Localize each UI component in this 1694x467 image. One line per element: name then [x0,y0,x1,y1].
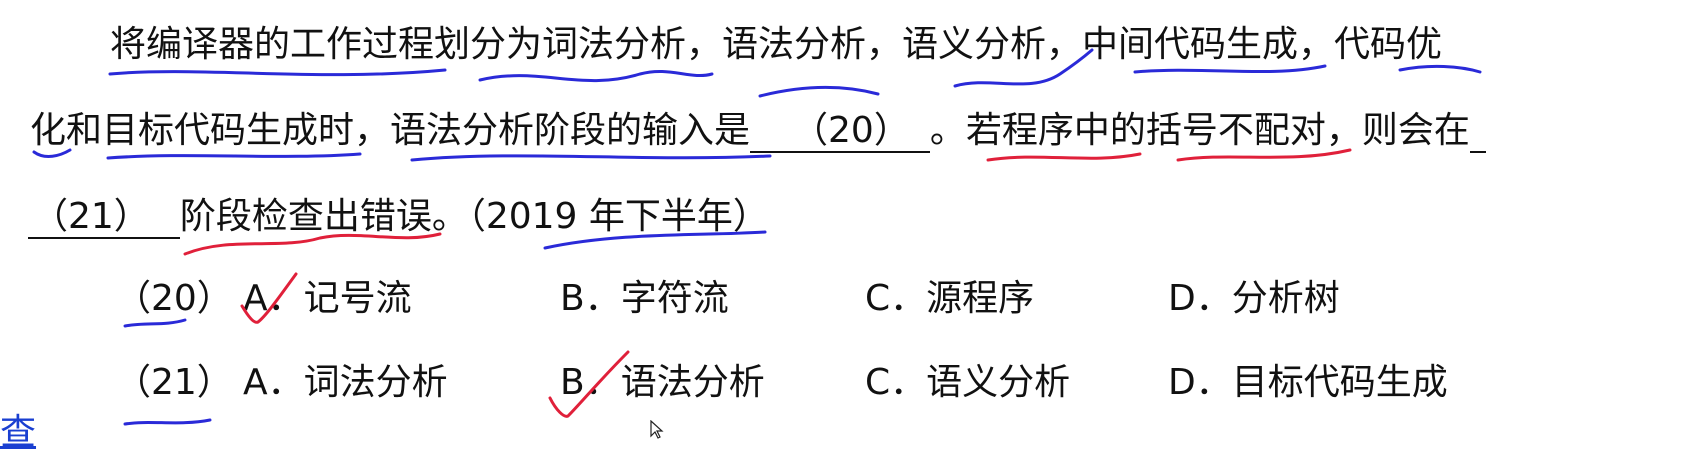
question-text-2a: 化和目标代码生成时，语法分析阶段的输入是 [30,110,751,151]
cursor-icon [650,420,664,439]
q21-option-d[interactable]: D．目标代码生成 [1168,360,1448,406]
option-letter: C． [865,278,927,319]
question-text-2b: 。若程序中的括号不配对，则会在 [929,110,1470,151]
blank-21-label: （21） [32,196,150,237]
question-line-2: 化和目标代码生成时，语法分析阶段的输入是 （20） 。若程序中的括号不配对，则会在 [30,108,1486,154]
option-text: 字符流 [620,278,729,319]
side-search-link[interactable]: 查 [0,410,36,456]
option-text: 语义分析 [926,362,1071,403]
option-text: 分析树 [1231,278,1340,319]
option-text: 词法分析 [303,362,448,403]
underline-mark [108,68,447,77]
option-letter: D． [1168,362,1232,403]
q21-number: （21） [115,362,233,403]
q20-option-d[interactable]: D．分析树 [1168,276,1340,322]
underline-mark [758,85,880,98]
option-text: 目标代码生成 [1231,362,1448,403]
option-letter: A． [243,362,304,403]
underline-mark [123,418,212,426]
underline-mark [986,152,1142,162]
option-letter: A． [243,278,304,319]
underline-mark [106,152,362,160]
question-line-1: 将编译器的工作过程划分为词法分析，语法分析，语义分析，中间代码生成，代码优 [110,22,1442,68]
blank-end-line2 [1469,111,1486,153]
blank-20: （20） [750,111,930,153]
q21-option-c[interactable]: C．语义分析 [865,360,1070,406]
option-text: 记号流 [303,278,412,319]
option-letter: C． [865,362,927,403]
option-letter: D． [1168,278,1232,319]
q21-option-b[interactable]: B．语法分析 [560,360,765,406]
option-text: 语法分析 [620,362,765,403]
option-text: 源程序 [926,278,1035,319]
underline-mark [478,69,714,83]
question-text-1: 将编译器的工作过程划分为词法分析，语法分析，语义分析，中间代码生成，代码优 [110,24,1443,65]
question-line-3: （21） 阶段检查出错误。（2019 年下半年） [28,194,769,240]
question-text-3: 阶段检查出错误。（2019 年下半年） [179,196,769,237]
option-letter: B． [560,362,621,403]
blank-21: （21） [28,197,180,239]
q20-number: （20） [115,278,233,319]
q21-option-a[interactable]: A．词法分析 [243,360,448,406]
q20-option-b[interactable]: B．字符流 [560,276,729,322]
blank-20-label: （20） [792,110,910,151]
option-letter: B． [560,278,621,319]
q20-option-c[interactable]: C．源程序 [865,276,1034,322]
underline-mark [410,154,772,162]
q20-option-a[interactable]: A．记号流 [243,276,412,322]
